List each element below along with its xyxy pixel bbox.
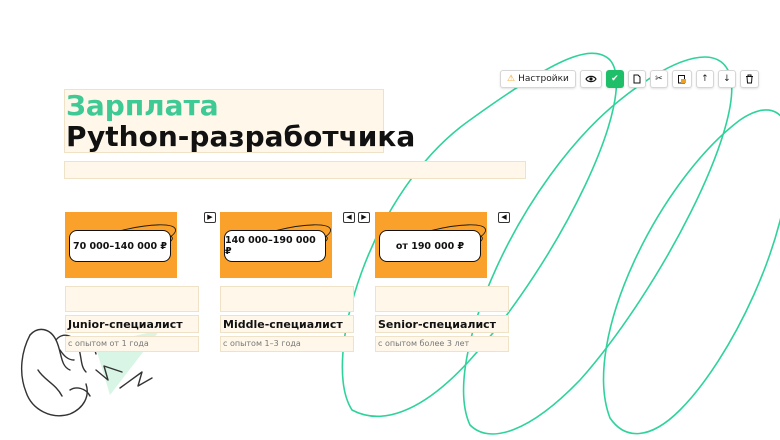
salary-range-label: от 190 000 ₽ [379,230,481,262]
card-empty-field[interactable] [65,286,199,312]
salary-range-label: 140 000–190 000 ₽ [224,230,326,262]
check-button[interactable]: ✔ [605,70,624,88]
editor-toolbar: ⚠ Настройки ✔ ✂ ↑ ↓ [500,69,759,89]
visibility-button[interactable] [579,70,602,88]
scissors-icon: ✂ [655,74,663,84]
salary-range-label: 70 000–140 000 ₽ [69,230,171,262]
check-icon: ✔ [611,74,619,84]
level-title: Senior-специалист [375,315,509,333]
level-title: Junior-специалист [65,315,199,333]
subtitle-field[interactable] [64,161,526,179]
delete-button[interactable] [739,70,759,88]
paste-icon [677,75,686,84]
salary-card-junior[interactable]: 70 000–140 000 ₽ [65,212,177,278]
card-empty-field[interactable] [220,286,354,312]
move-left-button[interactable]: ◀ [498,212,510,223]
salary-card-middle[interactable]: 140 000–190 000 ₽ [220,212,332,278]
arrow-down-icon: ↓ [723,74,731,84]
document-icon [633,74,641,84]
experience-text: с опытом 1–3 года [220,336,354,352]
move-down-button[interactable]: ↓ [717,70,736,88]
copy-button[interactable] [627,70,646,88]
eye-icon [585,75,597,83]
trash-icon [745,74,753,84]
move-right-button[interactable]: ▶ [204,212,216,223]
move-left-button[interactable]: ◀ [343,212,355,223]
page-title-line1: Зарплата [66,89,219,122]
settings-button-label: Настройки [518,74,569,84]
experience-text: с опытом более 3 лет [375,336,509,352]
move-up-button[interactable]: ↑ [695,70,714,88]
salary-card-senior[interactable]: от 190 000 ₽ [375,212,487,278]
paste-button[interactable] [671,70,692,88]
settings-button[interactable]: ⚠ Настройки [500,70,576,88]
card-empty-field[interactable] [375,286,509,312]
level-title: Middle-специалист [220,315,354,333]
experience-text: с опытом от 1 года [65,336,199,352]
arrow-up-icon: ↑ [701,74,709,84]
warning-icon: ⚠ [507,74,516,84]
cut-button[interactable]: ✂ [649,70,668,88]
page-title-line2: Python-разработчика [66,120,416,153]
move-right-button[interactable]: ▶ [358,212,370,223]
